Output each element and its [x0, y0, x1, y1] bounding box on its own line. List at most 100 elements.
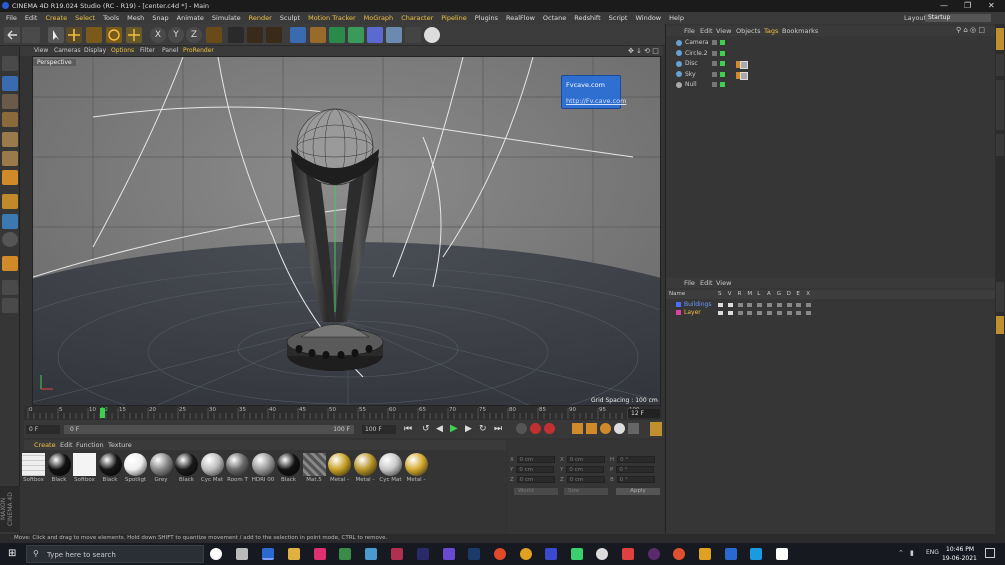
- layer-column-header[interactable]: S: [718, 291, 722, 297]
- layer-toggle-icon[interactable]: [806, 303, 812, 307]
- coord-system-dropdown[interactable]: World: [514, 488, 558, 495]
- menu-file[interactable]: File: [2, 12, 21, 24]
- tab-layers[interactable]: [996, 316, 1004, 334]
- enabled-check-icon[interactable]: [720, 71, 725, 77]
- object-row[interactable]: Null: [670, 80, 990, 90]
- rot-b-field[interactable]: 0 °: [616, 476, 655, 483]
- mat-menu-function[interactable]: Function: [76, 441, 104, 449]
- menu-octane[interactable]: Octane: [539, 12, 570, 24]
- size-y-field[interactable]: 0 cm: [566, 466, 605, 473]
- vp-menu-prorender[interactable]: ProRender: [183, 47, 214, 54]
- scale-tool-icon[interactable]: [86, 27, 102, 43]
- layer-menu-view[interactable]: View: [716, 279, 731, 287]
- language-indicator[interactable]: ENG: [926, 549, 939, 556]
- cinema4d-taskbar-icon[interactable]: [262, 548, 274, 560]
- material-swatch[interactable]: Mat.5: [302, 453, 326, 487]
- menu-create[interactable]: Create: [41, 12, 71, 24]
- material-swatch[interactable]: Spotligt: [124, 453, 147, 487]
- subdivision-icon[interactable]: [329, 27, 345, 43]
- layer-toggle-icon[interactable]: [737, 303, 743, 307]
- size-x-field[interactable]: 0 cm: [566, 456, 605, 463]
- tab-attributes[interactable]: [996, 282, 1004, 312]
- vp-menu-view[interactable]: View: [34, 47, 48, 54]
- model-mode-icon[interactable]: [2, 76, 18, 91]
- object-row[interactable]: Circle.2: [670, 49, 990, 59]
- pos-z-field[interactable]: 0 cm: [516, 476, 555, 483]
- obj-menu-tags[interactable]: Tags: [764, 27, 778, 35]
- timeline-playhead[interactable]: [100, 408, 105, 418]
- axis-mode-icon[interactable]: [2, 194, 18, 209]
- select-tool-icon[interactable]: [48, 27, 64, 43]
- vp-menu-display[interactable]: Display: [84, 47, 106, 54]
- material-swatch[interactable]: Cyc Mat: [379, 453, 402, 487]
- key-position-icon[interactable]: [572, 423, 583, 434]
- layer-column-header[interactable]: L: [757, 291, 760, 297]
- layer-toggle-icon[interactable]: [718, 311, 723, 315]
- object-row[interactable]: Camera: [670, 38, 990, 48]
- menu-sculpt[interactable]: Sculpt: [276, 12, 304, 24]
- chrome-icon[interactable]: [596, 548, 608, 560]
- visibility-toggle-icon[interactable]: [712, 71, 717, 77]
- app-icon[interactable]: [725, 548, 737, 560]
- material-swatch[interactable]: Metal -: [404, 453, 428, 487]
- next-frame-icon[interactable]: ▶: [465, 424, 472, 434]
- layer-menu-file[interactable]: File: [684, 279, 695, 287]
- vp-menu-panel[interactable]: Panel: [162, 47, 178, 54]
- layer-column-header[interactable]: G: [777, 291, 781, 297]
- x-axis-lock-icon[interactable]: X: [150, 27, 166, 43]
- media-icon[interactable]: [443, 548, 455, 560]
- material-swatch[interactable]: Black: [47, 453, 71, 487]
- coordinate-system-icon[interactable]: [206, 27, 222, 43]
- material-swatch[interactable]: Metal -: [353, 453, 377, 487]
- layer-column-header[interactable]: Name: [669, 291, 685, 297]
- undo-icon[interactable]: [4, 27, 20, 43]
- material-swatch[interactable]: HDRI 00: [251, 453, 275, 487]
- layer-toggle-icon[interactable]: [767, 303, 772, 307]
- material-tag-icon[interactable]: [740, 61, 748, 69]
- z-axis-lock-icon[interactable]: Z: [186, 27, 202, 43]
- render-settings-icon[interactable]: [266, 27, 282, 43]
- tray-up-arrow-icon[interactable]: ⌃: [898, 549, 904, 557]
- app-icon[interactable]: [699, 548, 711, 560]
- app-icon[interactable]: [571, 548, 583, 560]
- viewport-nav-icons[interactable]: ✥ ↓ ⟲ □: [628, 47, 659, 55]
- menu-mograph[interactable]: MoGraph: [360, 12, 398, 24]
- apply-button[interactable]: Apply: [616, 488, 660, 495]
- menu-snap[interactable]: Snap: [148, 12, 172, 24]
- enabled-check-icon[interactable]: [720, 40, 725, 45]
- render-view-icon[interactable]: [228, 27, 244, 43]
- key-rotation-icon[interactable]: [600, 423, 611, 434]
- mat-menu-texture[interactable]: Texture: [108, 441, 132, 449]
- menu-render[interactable]: Render: [245, 12, 276, 24]
- vp-menu-cameras[interactable]: Cameras: [54, 47, 81, 54]
- menu-character[interactable]: Character: [397, 12, 437, 24]
- app-icon[interactable]: [391, 548, 403, 560]
- make-editable-icon[interactable]: [2, 56, 18, 71]
- go-to-end-icon[interactable]: ⏭: [494, 424, 502, 434]
- calculator-icon[interactable]: [339, 548, 351, 560]
- solo-mode-icon[interactable]: [2, 280, 18, 295]
- layer-toggle-icon[interactable]: [747, 303, 753, 307]
- autokey-icon[interactable]: [544, 423, 555, 434]
- pos-y-field[interactable]: 0 cm: [516, 466, 555, 473]
- snap-icon[interactable]: [2, 232, 18, 247]
- obj-menu-edit[interactable]: Edit: [700, 27, 713, 35]
- transform-tool-icon[interactable]: [126, 27, 142, 43]
- floor-icon[interactable]: [386, 27, 402, 43]
- end-frame-field[interactable]: 100 F: [362, 425, 396, 434]
- layer-color-swatch[interactable]: [676, 310, 681, 315]
- layer-menu-edit[interactable]: Edit: [700, 279, 713, 287]
- layer-row[interactable]: Layer: [670, 308, 990, 318]
- windows-start-icon[interactable]: ⊞: [8, 548, 16, 559]
- layer-toggle-icon[interactable]: [786, 311, 792, 315]
- layer-toggle-icon[interactable]: [757, 311, 763, 315]
- texture-mode-icon[interactable]: [2, 94, 18, 109]
- play-icon[interactable]: ▶: [450, 423, 458, 434]
- enabled-check-icon[interactable]: [720, 61, 725, 66]
- layer-toggle-icon[interactable]: [737, 311, 743, 315]
- tab-content-browser[interactable]: [996, 80, 1004, 130]
- layer-column-header[interactable]: R: [738, 291, 742, 297]
- after-effects-icon[interactable]: [545, 548, 557, 560]
- layer-column-header[interactable]: E: [796, 291, 799, 297]
- prev-key-icon[interactable]: ↺: [422, 424, 430, 434]
